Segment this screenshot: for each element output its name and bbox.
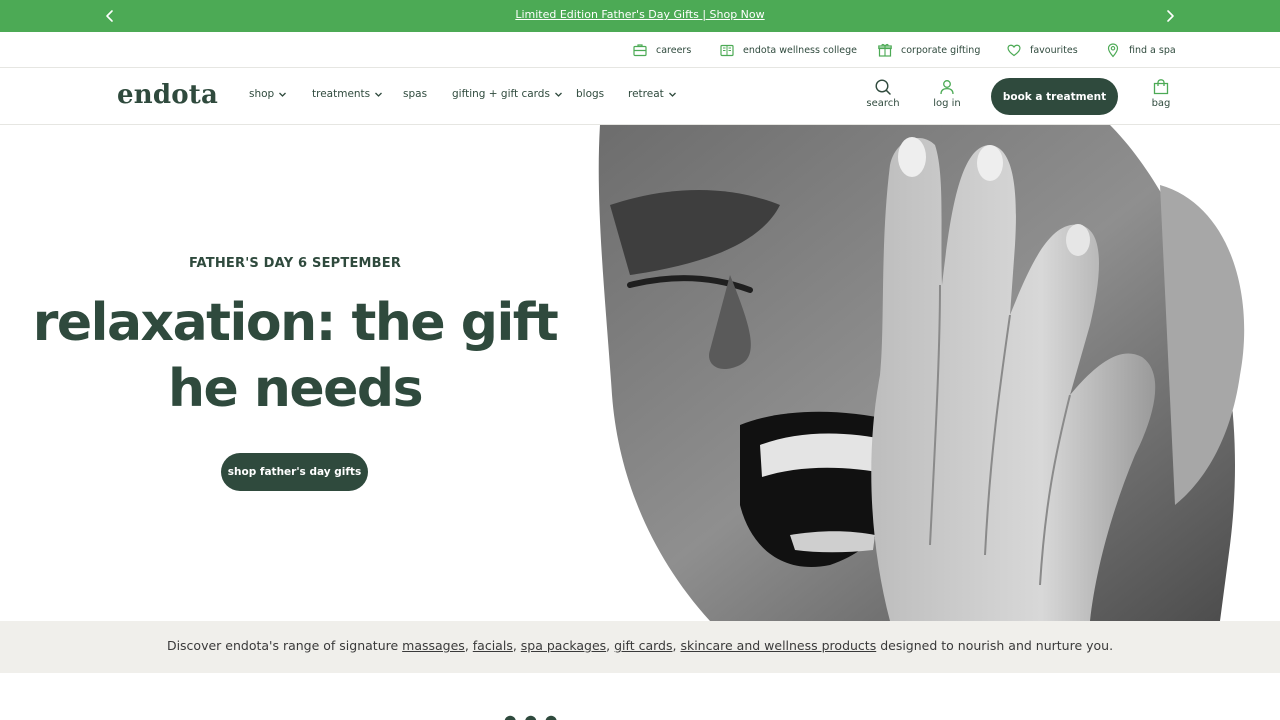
briefcase-icon xyxy=(633,44,647,57)
utility-link-careers[interactable]: careers xyxy=(632,41,691,59)
heart-icon xyxy=(1007,44,1021,57)
nav-item-label: shop xyxy=(249,88,275,100)
hero-headline-line: he needs xyxy=(167,359,424,419)
spa-packages-link[interactable]: spa packages xyxy=(521,638,606,653)
chevron-right-icon[interactable] xyxy=(1162,8,1178,24)
gift-icon xyxy=(878,43,892,57)
book-treatment-button[interactable]: book a treatment xyxy=(991,78,1118,115)
utility-link-favourites[interactable]: favourites xyxy=(1006,41,1078,59)
login-button[interactable]: log in xyxy=(925,78,969,109)
bag-button[interactable]: bag xyxy=(1139,78,1183,109)
chevron-down-icon xyxy=(554,90,563,99)
utility-link-find-a-spa[interactable]: find a spa xyxy=(1105,41,1176,59)
chevron-down-icon xyxy=(668,90,677,99)
nav-item-label: blogs xyxy=(576,88,605,100)
massages-link[interactable]: massages xyxy=(402,638,465,653)
discover-separator: , xyxy=(606,638,615,653)
gift-cards-link[interactable]: gift cards xyxy=(614,638,672,653)
hero-headline: relaxation: the gift he needs xyxy=(0,290,590,422)
shopping-bag-icon xyxy=(1153,79,1169,95)
discover-suffix: designed to nourish and nurture you. xyxy=(876,638,1114,653)
endota-logo[interactable]: endota xyxy=(117,80,218,110)
nav-item-spas[interactable]: spas xyxy=(403,88,427,100)
bag-label: bag xyxy=(1151,98,1171,109)
discover-separator: , xyxy=(512,638,521,653)
shop-fathers-day-gifts-button[interactable]: shop father's day gifts xyxy=(221,453,368,491)
skincare-wellness-link[interactable]: skincare and wellness products xyxy=(680,638,876,653)
nav-item-blogs[interactable]: blogs xyxy=(576,88,604,100)
decorative-glyphs: ••• xyxy=(500,706,620,720)
login-label: log in xyxy=(933,98,961,109)
search-icon xyxy=(875,79,891,95)
nav-item-label: gifting + gift cards xyxy=(452,88,550,100)
search-button[interactable]: search xyxy=(861,78,905,109)
utility-label: corporate gifting xyxy=(901,44,981,56)
utility-label: favourites xyxy=(1030,44,1078,56)
next-section-heading-peek: ••• xyxy=(500,706,620,720)
chevron-down-icon xyxy=(278,90,287,99)
hero-banner: FATHER'S DAY 6 SEPTEMBER relaxation: the… xyxy=(0,125,1280,621)
hero-photo-man-with-hand-on-face xyxy=(598,125,1245,621)
main-navigation: endota shop treatments spas gifting + gi… xyxy=(0,68,1280,125)
utility-label: careers xyxy=(656,44,692,56)
book-icon xyxy=(720,44,734,57)
user-icon xyxy=(940,80,954,95)
nav-item-treatments[interactable]: treatments xyxy=(312,88,383,100)
utility-link-corporate-gifting[interactable]: corporate gifting xyxy=(877,41,980,59)
discover-text: Discover endota's range of signature mas… xyxy=(0,638,1280,653)
discover-prefix: Discover endota's range of signature xyxy=(166,638,403,653)
promo-bar: Limited Edition Father's Day Gifts | Sho… xyxy=(0,0,1280,32)
hero-headline-line: relaxation: the gift xyxy=(32,293,559,353)
chevron-down-icon xyxy=(374,90,383,99)
utility-bar: careers endota wellness college corporat… xyxy=(0,32,1280,68)
facials-link[interactable]: facials xyxy=(473,638,513,653)
utility-link-wellness-college[interactable]: endota wellness college xyxy=(719,41,857,59)
discover-strip: Discover endota's range of signature mas… xyxy=(0,621,1280,673)
promo-link[interactable]: Limited Edition Father's Day Gifts | Sho… xyxy=(0,8,1280,21)
nav-item-label: retreat xyxy=(628,88,664,100)
nav-item-label: spas xyxy=(403,88,428,100)
nav-item-gifting[interactable]: gifting + gift cards xyxy=(452,88,563,100)
hero-eyebrow: FATHER'S DAY 6 SEPTEMBER xyxy=(188,256,402,271)
nav-item-retreat[interactable]: retreat xyxy=(628,88,677,100)
utility-label: find a spa xyxy=(1129,44,1176,56)
nav-item-label: treatments xyxy=(312,88,371,100)
location-pin-icon xyxy=(1107,43,1119,58)
discover-separator: , xyxy=(464,638,473,653)
search-label: search xyxy=(866,98,900,109)
nav-item-shop[interactable]: shop xyxy=(249,88,287,100)
utility-label: endota wellness college xyxy=(743,44,857,56)
